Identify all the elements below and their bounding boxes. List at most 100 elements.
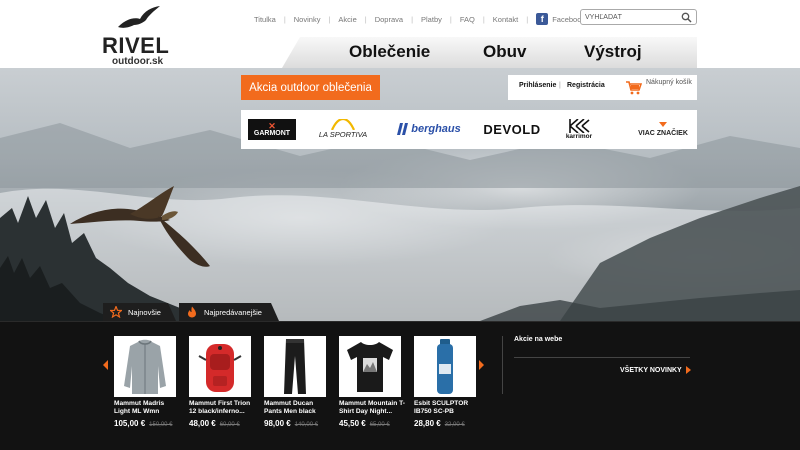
product-price: 45,50 €65,00 € xyxy=(339,419,401,428)
brand-la-sportiva-label: LA SPORTIVA xyxy=(318,130,368,139)
main-nav-vystroj[interactable]: Výstroj xyxy=(584,42,642,62)
garmont-emblem-icon: ✕ xyxy=(268,120,276,131)
separator: | xyxy=(559,82,561,89)
product-price: 28,80 €32,00 € xyxy=(414,419,476,428)
product-image-thermos xyxy=(414,336,476,397)
current-price: 48,00 € xyxy=(189,419,216,428)
more-brands-label: VIAC ZNAČIEK xyxy=(638,129,688,137)
tab-najpredavanejsie[interactable]: Najpredávanejšie xyxy=(179,303,279,321)
brand-karrimor[interactable]: karrimor xyxy=(563,118,595,140)
karrimor-logo-icon xyxy=(569,118,590,133)
berghaus-logo-icon xyxy=(397,123,409,135)
triangle-down-icon xyxy=(659,121,667,127)
all-news-label: VŠETKY NOVINKY xyxy=(620,366,682,374)
eagle-logo-icon xyxy=(118,6,160,28)
product-card[interactable]: Esbit SCULPTOR IB750 SC-PB termoflaša 28… xyxy=(414,336,476,428)
brand-karrimor-label: karrimor xyxy=(565,132,593,140)
carousel-next-arrow-icon[interactable] xyxy=(479,360,484,370)
brand-garmont[interactable]: ✕ GARMONT xyxy=(248,119,296,140)
old-price: 140,00 € xyxy=(294,422,319,428)
misty-mountains-image xyxy=(0,123,800,321)
separator: | xyxy=(526,14,529,24)
separator: | xyxy=(328,14,331,24)
product-name: Mammut Madris Light ML Wmn Hooded Jkt... xyxy=(114,400,165,415)
old-price: 65,00 € xyxy=(369,422,390,428)
top-nav: Titulka | Novinky | Akcie | Doprava | Platby… xyxy=(254,12,585,26)
product-name: Mammut Mountain T-Shirt Day Night... xyxy=(339,400,405,415)
separator: | xyxy=(411,14,414,24)
cart-link[interactable]: Nákupný košík xyxy=(626,78,696,98)
side-panel: Akcie na webe VŠETKY NOVINKY xyxy=(502,336,700,394)
brands-bar: ✕ GARMONT LA SPORTIVA berghaus DEVOLD ka… xyxy=(241,110,697,149)
product-name: Mammut First Trion 12 black/inferno... xyxy=(189,400,251,415)
brand-devold-label: DEVOLD xyxy=(483,121,541,137)
separator: | xyxy=(283,14,286,24)
triangle-right-icon xyxy=(685,366,691,374)
brand-garmont-label: GARMONT xyxy=(253,129,291,137)
more-brands-link[interactable]: VIAC ZNAČIEK xyxy=(635,118,691,140)
star-icon xyxy=(110,306,122,318)
separator: | xyxy=(482,14,485,24)
header: RIVEL outdoor.sk Titulka | Novinky | Akcie… xyxy=(0,0,800,68)
search-icon[interactable] xyxy=(681,12,692,23)
flame-icon xyxy=(186,306,198,318)
brand-berghaus[interactable]: berghaus xyxy=(392,118,464,140)
carousel-prev-arrow-icon[interactable] xyxy=(103,360,108,370)
old-price: 60,00 € xyxy=(219,422,240,428)
facebook-link[interactable]: f Facebook xyxy=(536,13,585,25)
tab-najnovsie-label: Najnovšie xyxy=(128,307,161,317)
current-price: 105,00 € xyxy=(114,419,146,428)
product-image-pants xyxy=(264,336,326,397)
logo[interactable]: RIVEL outdoor.sk xyxy=(100,5,180,67)
divider xyxy=(514,357,690,358)
login-link[interactable]: Prihlásenie xyxy=(519,82,556,89)
product-image-tshirt xyxy=(339,336,401,397)
top-nav-faq[interactable]: FAQ xyxy=(460,15,475,24)
cart-label: Nákupný košík xyxy=(646,79,692,86)
product-name: Mammut Ducan Pants Men black AKCIA -30% xyxy=(264,400,316,415)
register-link[interactable]: Registrácia xyxy=(567,82,605,89)
brand-la-sportiva[interactable]: LA SPORTIVA xyxy=(313,118,373,140)
main-nav-oblecenie[interactable]: Oblečenie xyxy=(349,42,430,62)
product-card[interactable]: Mammut Mountain T-Shirt Day Night... 45,… xyxy=(339,336,405,428)
top-nav-doprava[interactable]: Doprava xyxy=(375,15,403,24)
old-price: 150,00 € xyxy=(149,422,173,428)
shopping-cart-icon xyxy=(626,81,642,95)
product-name: Esbit SCULPTOR IB750 SC-PB termoflaša xyxy=(414,400,469,415)
current-price: 98,00 € xyxy=(264,419,291,428)
product-card[interactable]: Mammut First Trion 12 black/inferno... 4… xyxy=(189,336,251,428)
product-image-backpack xyxy=(189,336,251,397)
account-box: Prihlásenie | Registrácia Nákupný košík xyxy=(508,75,697,100)
hero-banner: Akcia outdoor oblečenia Prihlásenie | Re… xyxy=(0,68,800,321)
all-news-link[interactable]: VŠETKY NOVINKY xyxy=(620,366,691,374)
top-nav-novinky[interactable]: Novinky xyxy=(294,15,321,24)
search-box xyxy=(580,9,697,25)
product-card[interactable]: Mammut Madris Light ML Wmn Hooded Jkt...… xyxy=(114,336,176,428)
current-price: 45,50 € xyxy=(339,419,366,428)
current-price: 28,80 € xyxy=(414,419,441,428)
search-input[interactable] xyxy=(585,11,677,23)
brand-berghaus-label: berghaus xyxy=(411,123,461,135)
product-price: 98,00 €140,00 € xyxy=(264,419,326,428)
promo-button[interactable]: Akcia outdoor oblečenia xyxy=(241,75,380,100)
facebook-icon: f xyxy=(536,13,549,25)
top-nav-platby[interactable]: Platby xyxy=(421,15,442,24)
side-title: Akcie na webe xyxy=(514,336,563,343)
tab-najnovsie[interactable]: Najnovšie xyxy=(103,303,176,321)
logo-sub-text: outdoor.sk xyxy=(112,56,164,67)
top-nav-akcie[interactable]: Akcie xyxy=(338,15,356,24)
brand-devold[interactable]: DEVOLD xyxy=(481,118,543,140)
product-price: 105,00 €150,00 € xyxy=(114,419,176,428)
la-sportiva-mountain-icon xyxy=(330,119,356,130)
main-nav: Oblečenie Obuv Výstroj xyxy=(282,37,697,68)
product-price: 48,00 €60,00 € xyxy=(189,419,251,428)
separator: | xyxy=(449,14,452,24)
product-tabs: Najnovšie Najpredávanejšie xyxy=(103,303,279,321)
top-nav-titulka[interactable]: Titulka xyxy=(254,15,276,24)
main-nav-obuv[interactable]: Obuv xyxy=(483,42,526,62)
page: RIVEL outdoor.sk Titulka | Novinky | Akcie… xyxy=(0,0,800,450)
top-nav-kontakt[interactable]: Kontakt xyxy=(493,15,518,24)
separator: | xyxy=(364,14,367,24)
product-card[interactable]: Mammut Ducan Pants Men black AKCIA -30% … xyxy=(264,336,326,428)
product-image-jacket xyxy=(114,336,176,397)
